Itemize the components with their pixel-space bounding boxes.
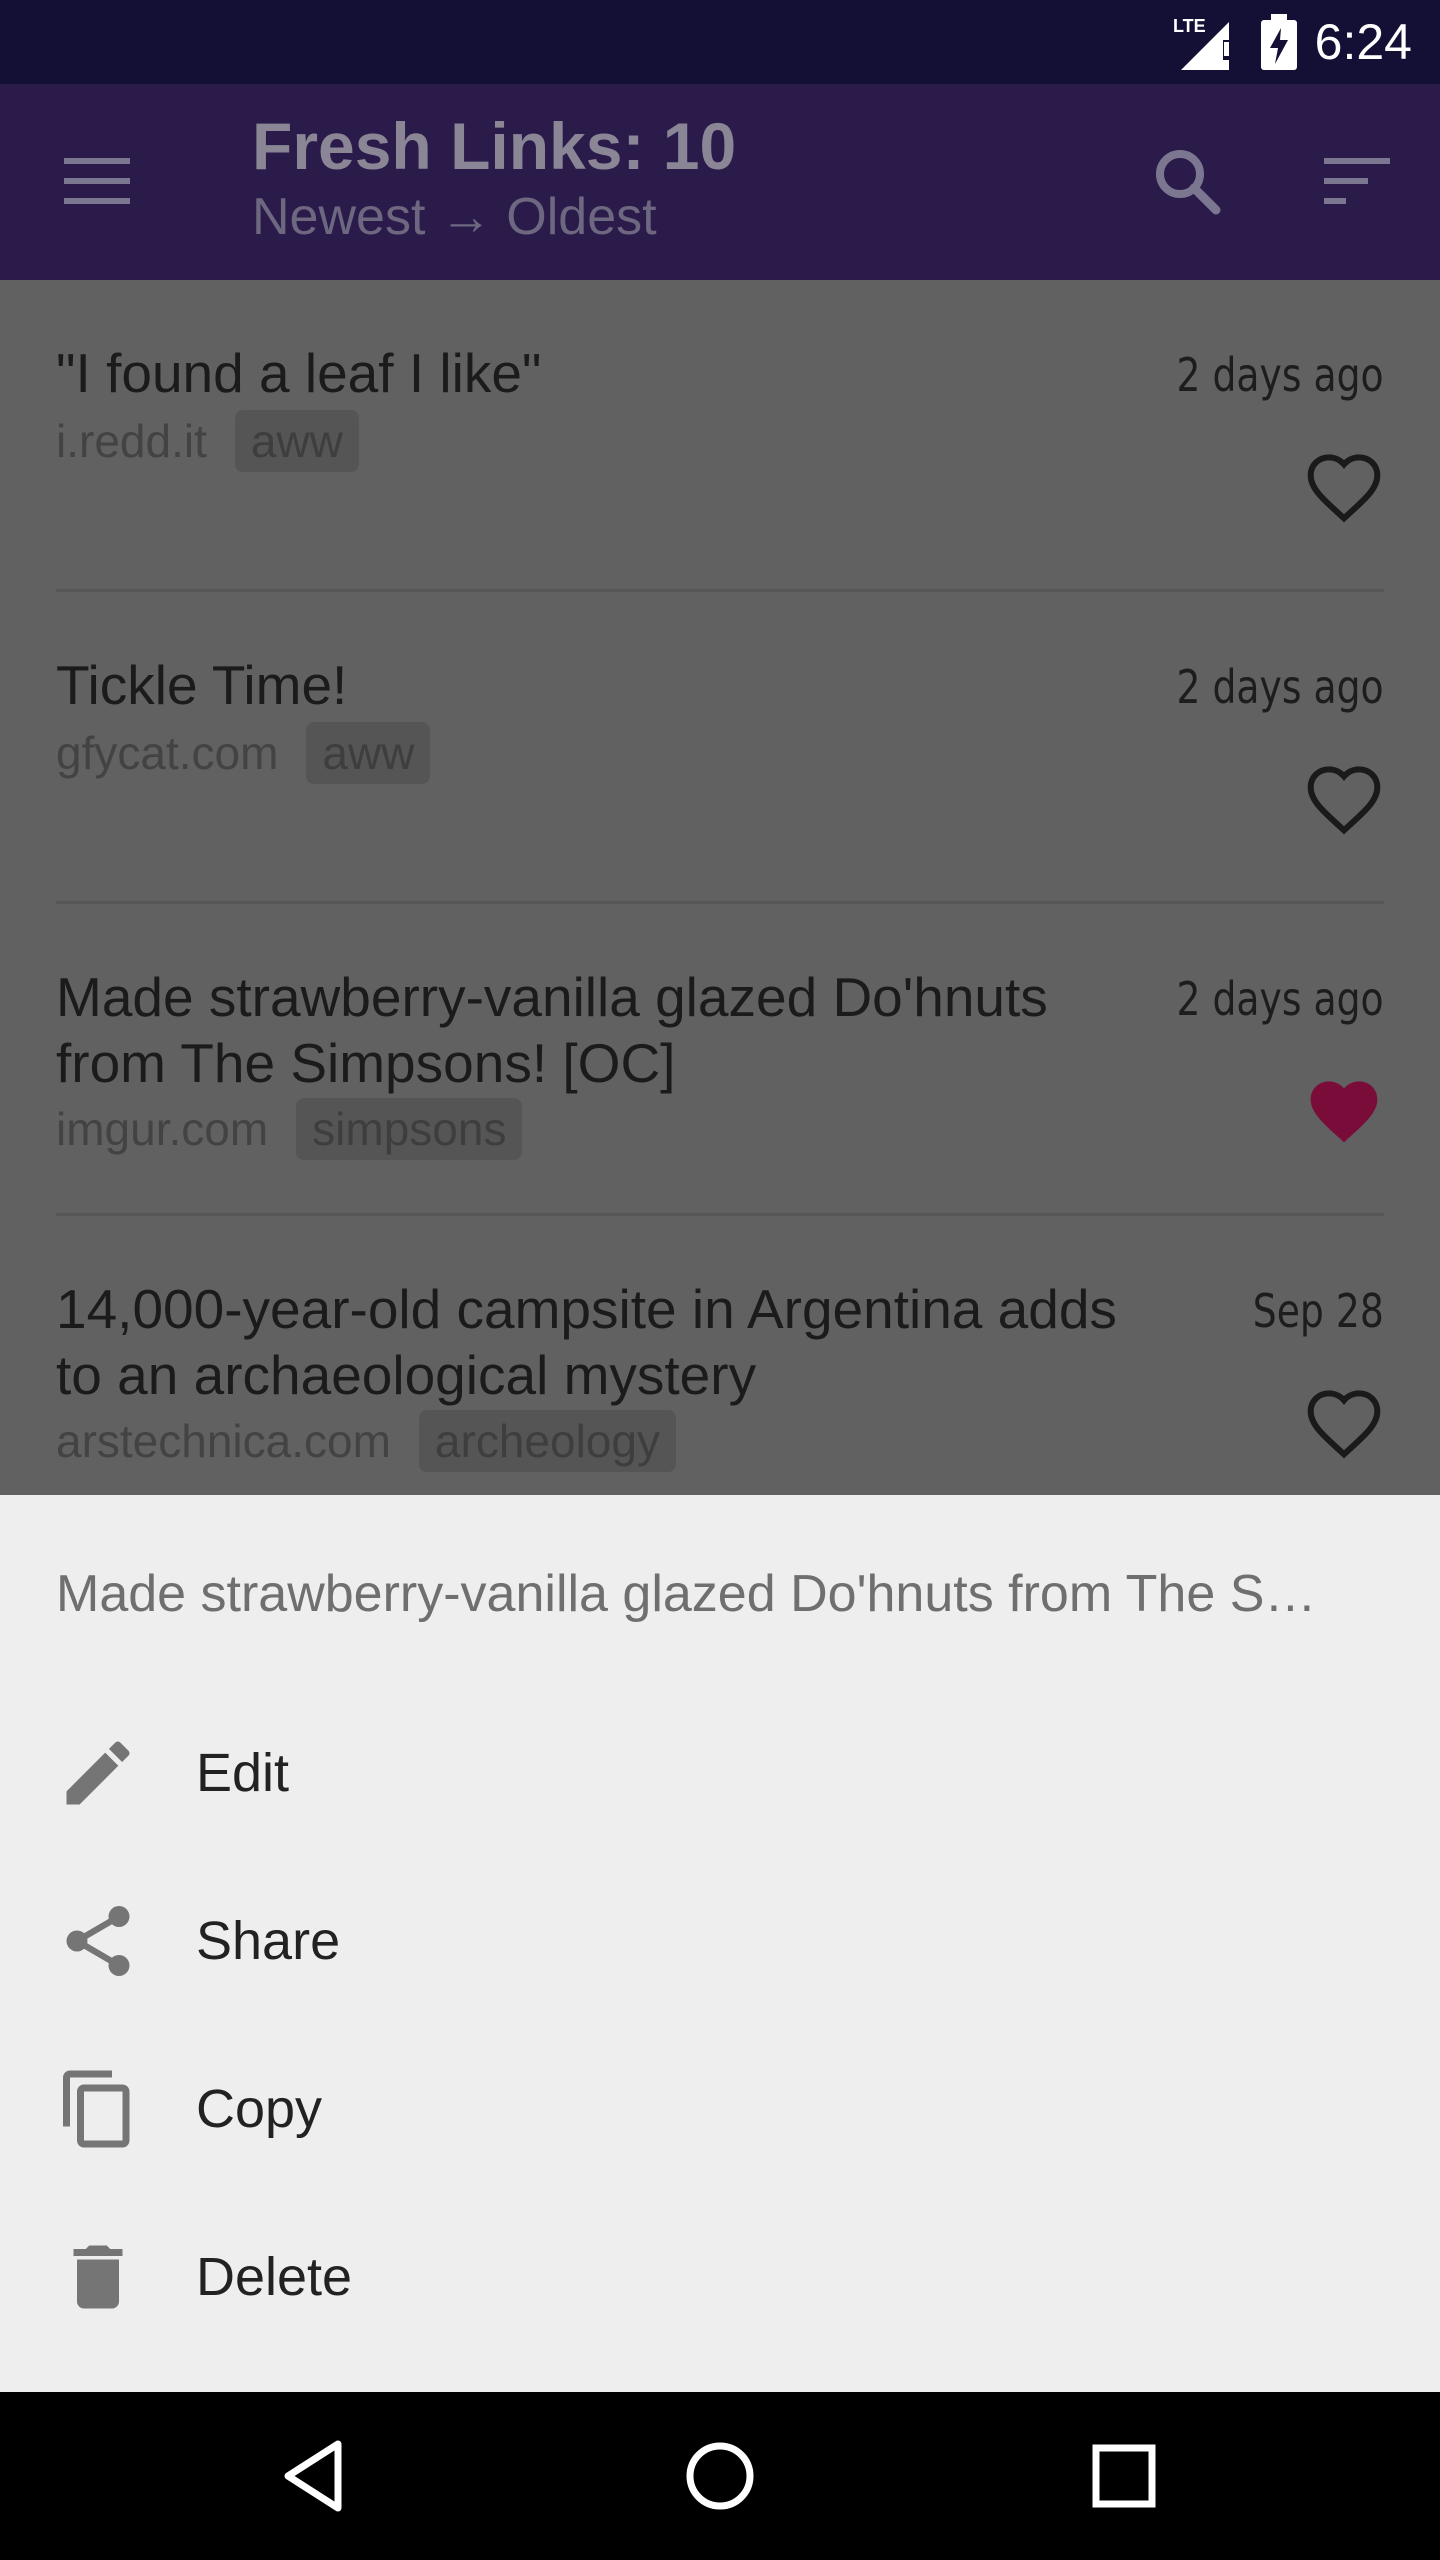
copy-icon	[63, 2070, 130, 2148]
link-domain: gfycat.com	[56, 727, 279, 779]
list-item[interactable]: "I found a leaf I like" i.redd.it aww 2 …	[0, 280, 1440, 592]
link-time: 2 days ago	[1176, 348, 1384, 402]
list-item[interactable]: Made strawberry-vanilla glazed Do'hnuts …	[0, 904, 1440, 1216]
sheet-title: Made strawberry-vanilla glazed Do'hnuts …	[56, 1565, 1317, 1623]
bottom-sheet: Made strawberry-vanilla glazed Do'hnuts …	[0, 1495, 1440, 2392]
copy-label: Copy	[196, 2079, 323, 2139]
link-time: 2 days ago	[1176, 972, 1384, 1026]
share-label: Share	[196, 1911, 341, 1971]
edit-icon	[66, 1741, 130, 1805]
list-item[interactable]: Tickle Time! gfycat.com aww 2 days ago	[0, 592, 1440, 904]
share-menu-item[interactable]: Share	[0, 1857, 1440, 2025]
tag-chip[interactable]: aww	[234, 410, 359, 472]
link-time: Sep 28	[1252, 1284, 1384, 1338]
copy-menu-item[interactable]: Copy	[0, 2025, 1440, 2193]
title-block: Fresh Links: 10 Newest → Oldest	[252, 106, 736, 248]
battery-charging-icon	[1260, 14, 1297, 70]
svg-text:LTE: LTE	[1173, 16, 1206, 36]
delete-label: Delete	[196, 2247, 353, 2307]
link-meta: arstechnica.com archeology	[56, 1410, 676, 1472]
link-domain: arstechnica.com	[56, 1415, 391, 1467]
search-icon[interactable]	[1142, 136, 1232, 226]
edit-label: Edit	[196, 1743, 290, 1803]
link-title: 14,000-year-old campsite in Argentina ad…	[56, 1278, 1117, 1406]
edit-menu-item[interactable]: Edit	[0, 1689, 1440, 1857]
page-title: Fresh Links: 10	[252, 109, 737, 183]
status-icons: LTE 6:24	[1173, 0, 1412, 84]
list-item[interactable]: 14,000-year-old campsite in Argentina ad…	[0, 1216, 1440, 1495]
link-time: 2 days ago	[1176, 660, 1384, 714]
heart-outline-icon[interactable]	[1304, 762, 1384, 842]
link-title: Made strawberry-vanilla glazed Do'hnuts …	[56, 966, 1048, 1094]
link-title: "I found a leaf I like"	[56, 342, 542, 404]
link-meta: imgur.com simpsons	[56, 1098, 523, 1160]
menu-icon[interactable]	[52, 136, 142, 226]
home-icon[interactable]	[670, 2426, 770, 2526]
heart-outline-icon[interactable]	[1304, 450, 1384, 530]
navigation-bar	[0, 2392, 1440, 2560]
tag-chip[interactable]: aww	[306, 722, 431, 784]
link-meta: gfycat.com aww	[56, 722, 431, 784]
link-title: Tickle Time!	[56, 654, 348, 716]
link-meta: i.redd.it aww	[56, 410, 359, 472]
status-time: 6:24	[1314, 14, 1412, 70]
delete-menu-item[interactable]: Delete	[0, 2193, 1440, 2361]
status-bar: LTE 6:24	[0, 0, 1440, 84]
tag-chip[interactable]: archeology	[418, 1410, 676, 1472]
link-domain: i.redd.it	[56, 415, 207, 467]
heart-outline-icon[interactable]	[1304, 1386, 1384, 1466]
recents-icon[interactable]	[1074, 2426, 1174, 2526]
back-icon[interactable]	[266, 2426, 366, 2526]
delete-icon	[73, 2245, 123, 2309]
sort-icon[interactable]	[1312, 136, 1402, 226]
sort-order-subtitle: Newest → Oldest	[252, 188, 657, 246]
lte-signal-icon: LTE	[1173, 16, 1230, 70]
link-list: "I found a leaf I like" i.redd.it aww 2 …	[0, 280, 1440, 1495]
tag-chip[interactable]: simpsons	[296, 1098, 523, 1160]
link-domain: imgur.com	[56, 1103, 269, 1155]
share-icon	[66, 1906, 130, 1976]
heart-filled-icon[interactable]	[1304, 1074, 1384, 1154]
app-bar: Fresh Links: 10 Newest → Oldest	[0, 84, 1440, 280]
